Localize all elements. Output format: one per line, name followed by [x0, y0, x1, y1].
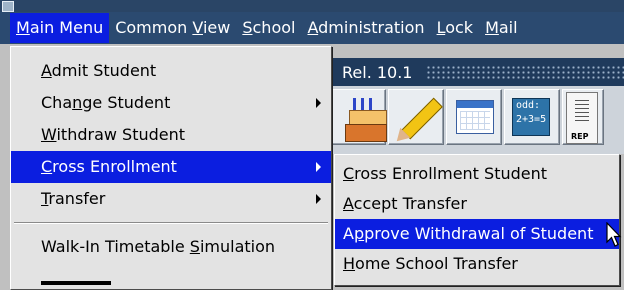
menubar-label-mnemonic: L	[436, 18, 446, 37]
submenu-item-label-rest: prove Withdrawal of Student	[364, 224, 594, 243]
cut-off-menu-item	[41, 281, 111, 285]
cross-enrollment-submenu: Cross Enrollment Student Accept Transfer…	[334, 154, 620, 286]
menu-item-label-rest: ransfer	[48, 189, 106, 208]
main-menu-dropdown: Admit Student Change Student Withdraw St…	[10, 46, 332, 290]
submenu-arrow-icon	[316, 194, 321, 204]
menu-item-mnemonic: A	[41, 61, 52, 80]
submenu-item-home-school-transfer[interactable]: Home School Transfer	[335, 249, 619, 279]
menu-item-withdraw-student[interactable]: Withdraw Student	[11, 119, 331, 151]
menu-separator	[14, 222, 328, 224]
menubar-label-rest: ail	[498, 18, 518, 37]
menu-item-walk-in-timetable[interactable]: Walk-In Timetable Simulation	[11, 231, 331, 263]
submenu-item-accept-transfer[interactable]: Accept Transfer	[335, 189, 619, 219]
menu-item-label-rest: ithdraw Student	[56, 125, 186, 144]
menu-item-cross-enrollment[interactable]: Cross Enrollment	[11, 151, 331, 183]
menubar: Main Menu Common View School Administrat…	[0, 12, 624, 44]
calendar-button[interactable]	[446, 89, 502, 145]
submenu-arrow-icon	[316, 98, 321, 108]
birthday-cake-button[interactable]	[330, 89, 387, 145]
menu-item-label-rest: dmit Student	[51, 61, 157, 80]
submenu-item-approve-withdrawal[interactable]: Approve Withdrawal of Student	[335, 219, 619, 249]
submenu-item-mnemonic: H	[343, 254, 356, 273]
report-button[interactable]: REP	[562, 89, 604, 145]
menubar-administration[interactable]: Administration	[301, 13, 430, 43]
report-icon-label: REP	[571, 132, 589, 141]
menu-item-mnemonic: n	[72, 93, 83, 112]
submenu-item-label-rest: ccept Transfer	[353, 194, 467, 213]
release-bar-pattern	[426, 65, 624, 79]
menubar-label-mnemonic: M	[16, 18, 30, 37]
menubar-label-rest: ain Menu	[29, 18, 104, 37]
toolbar: odd: 2+3=5 REP	[330, 86, 624, 154]
submenu-item-cross-enrollment-student[interactable]: Cross Enrollment Student	[335, 159, 619, 189]
submenu-item-label-part: A	[343, 224, 354, 243]
menu-item-label-part: Cha	[41, 93, 73, 112]
submenu-item-mnemonic: C	[343, 164, 355, 183]
pencil-button[interactable]	[388, 89, 444, 147]
menu-item-mnemonic: W	[41, 125, 57, 144]
menubar-label-rest: ock	[445, 18, 474, 37]
menu-item-label-rest: ross Enrollment	[52, 157, 177, 176]
mouse-pointer-icon	[606, 222, 622, 247]
menu-item-label-rest: ge Student	[82, 93, 171, 112]
menu-item-change-student[interactable]: Change Student	[11, 87, 331, 119]
menubar-label-rest: iew	[202, 18, 231, 37]
math-odd-icon: odd: 2+3=5	[512, 98, 550, 136]
menubar-label-mnemonic: S	[242, 18, 253, 37]
menu-item-transfer[interactable]: Transfer	[11, 183, 331, 215]
menubar-label-rest: dministration	[318, 18, 425, 37]
menubar-common-view[interactable]: Common View	[109, 13, 236, 43]
submenu-item-mnemonic: A	[343, 194, 354, 213]
menu-item-mnemonic: S	[189, 237, 200, 256]
window-title-strip	[0, 0, 624, 12]
submenu-item-mnemonic: p	[353, 224, 365, 243]
submenu-item-label-rest: ome School Transfer	[355, 254, 518, 273]
calendar-icon	[456, 100, 494, 134]
menubar-label-part: Common	[115, 18, 193, 37]
menubar-mail[interactable]: Mail	[479, 13, 524, 43]
menubar-label-rest: chool	[252, 18, 296, 37]
menu-item-label-part: Walk-In Timetable	[41, 237, 190, 256]
menu-item-admit-student[interactable]: Admit Student	[11, 55, 331, 87]
menubar-label-mnemonic: M	[485, 18, 499, 37]
submenu-item-label-rest: ross Enrollment Student	[354, 164, 548, 183]
odd-icon-line2: 2+3=5	[516, 114, 547, 125]
menubar-label-mnemonic: V	[192, 18, 203, 37]
menubar-school[interactable]: School	[236, 13, 301, 43]
release-bar: Rel. 10.1	[330, 58, 624, 86]
release-label: Rel. 10.1	[342, 62, 413, 82]
odd-icon-line1: odd:	[516, 100, 541, 111]
report-icon: REP	[566, 92, 598, 144]
menubar-label-mnemonic: A	[307, 18, 319, 37]
menu-item-mnemonic: C	[41, 157, 53, 176]
menubar-main-menu[interactable]: Main Menu	[10, 13, 110, 43]
submenu-arrow-icon	[316, 162, 321, 172]
app-icon	[2, 1, 14, 12]
math-odd-button[interactable]: odd: 2+3=5	[504, 89, 560, 145]
menubar-lock[interactable]: Lock	[431, 13, 480, 43]
menu-item-label-rest: imulation	[199, 237, 276, 256]
